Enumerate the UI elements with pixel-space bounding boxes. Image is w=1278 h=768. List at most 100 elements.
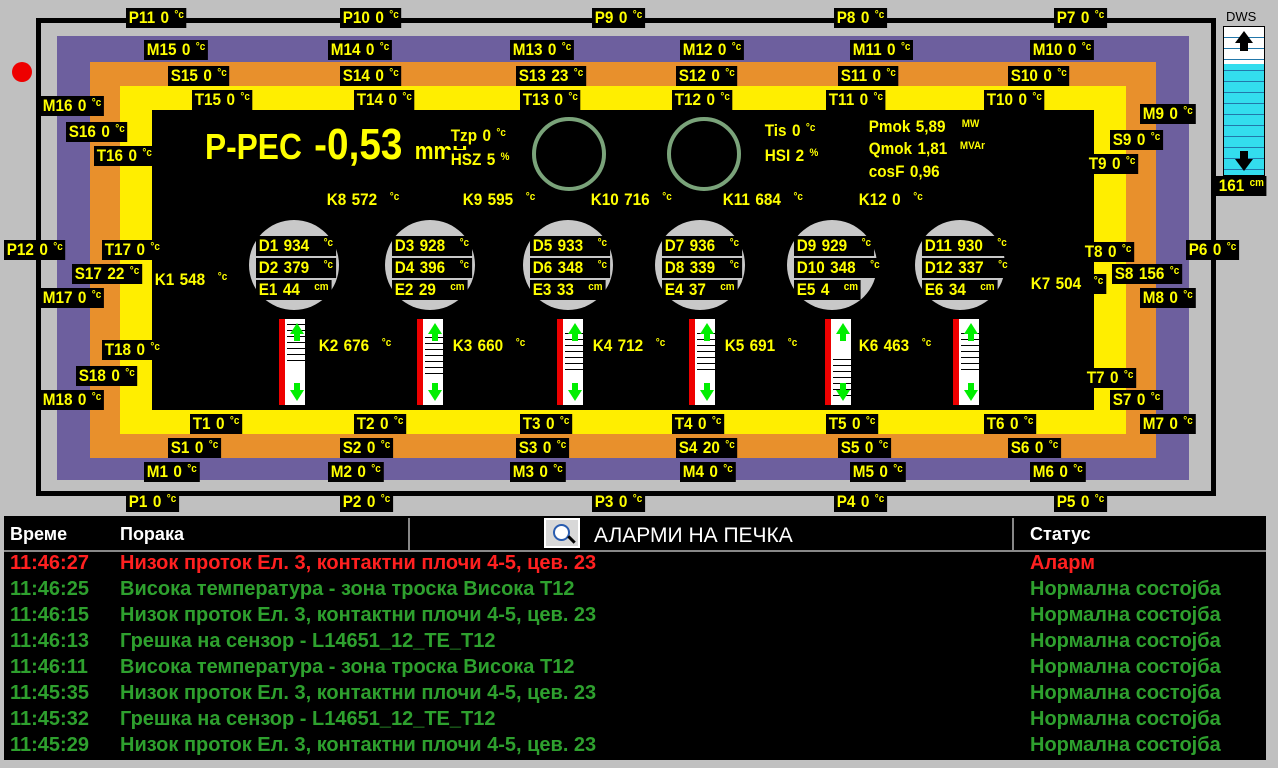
- gauge-red-bar: [279, 319, 285, 405]
- sensor-k4: K4 712 °c: [590, 336, 668, 356]
- electrode-5-reading-d9: D9 929 °c: [794, 236, 874, 256]
- arrow-up-stem: [572, 333, 578, 341]
- sensor-s13: S13 23 °c: [516, 66, 586, 86]
- electrode-2-reading-d3: D3 928 °c: [392, 236, 472, 256]
- electrode-4-level-gauge: [688, 318, 716, 406]
- alarm-time: 11:46:15: [10, 604, 89, 626]
- sensor-m6: M6 0 °c: [1030, 462, 1086, 482]
- alarm-message: Низок проток Ел. 3, контактни плочи 4-5,…: [120, 734, 597, 756]
- sensor-p10: P10 0 °c: [340, 8, 402, 28]
- electrode-5-reading-d10: D10 348 °c: [794, 258, 883, 278]
- sensor-s11: S11 0 °c: [838, 66, 899, 86]
- arrow-down-icon[interactable]: [290, 390, 304, 401]
- gauge-red-bar: [825, 319, 831, 405]
- sensor-t3: T3 0 °c: [520, 414, 573, 434]
- sensor-m7: M7 0 °c: [1140, 414, 1196, 434]
- sensor-p9: P9 0 °c: [592, 8, 645, 28]
- sensor-t7: T7 0 °c: [1084, 368, 1137, 388]
- electrode-2-reading-d4: D4 396 °c: [392, 258, 472, 278]
- sensor-k1: K1 548 °c: [152, 270, 230, 290]
- sensor-t12: T12 0 °c: [672, 90, 733, 110]
- alarm-message: Грешка на сензор - L14651_12_TE_T12: [120, 630, 496, 652]
- zoom-button[interactable]: [544, 518, 580, 548]
- arrow-down-icon[interactable]: [428, 390, 442, 401]
- sensor-m2: M2 0 °c: [328, 462, 384, 482]
- electrode-2-reading-e2: E2 29 cm: [392, 280, 468, 300]
- alarm-message: Низок проток Ел. 3, контактни плочи 4-5,…: [120, 604, 597, 626]
- sensor-k7: K7 504 °c: [1028, 274, 1106, 294]
- alarm-status: Нормална состојба: [1030, 630, 1221, 652]
- cosf-readout: cosF 0,96: [866, 162, 943, 182]
- sensor-t5: T5 0 °c: [826, 414, 879, 434]
- sensor-t6: T6 0 °c: [984, 414, 1037, 434]
- sensor-m17: M17 0 °c: [40, 288, 104, 308]
- sensor-k11: K11 684 °c: [720, 190, 806, 210]
- sensor-s9: S9 0 °c: [1110, 130, 1163, 150]
- alarm-time: 11:46:27: [10, 552, 89, 574]
- alarm-time: 11:46:11: [10, 656, 88, 678]
- electrode-5-reading-e5: E5 4 cm: [794, 280, 861, 300]
- sensor-m16: M16 0 °c: [40, 96, 104, 116]
- ppec-label: P-PEC: [205, 126, 302, 167]
- sensor-p6: P6 0 °c: [1186, 240, 1239, 260]
- electrode-2-level-gauge: [416, 318, 444, 406]
- burner-ring-right: [667, 117, 741, 191]
- electrode-6-reading-d11: D11 930 °c: [922, 236, 1010, 256]
- sensor-m1: M1 0 °c: [144, 462, 200, 482]
- tzp-readout: Tzp 0 °c: [448, 126, 509, 146]
- sensor-m11: M11 0 °c: [850, 40, 914, 60]
- electrode-4-reading-e4: E4 37 cm: [662, 280, 738, 300]
- arrow-down-stem: [704, 383, 710, 391]
- arrow-down-icon[interactable]: [700, 390, 714, 401]
- sensor-t18: T18 0 °c: [102, 340, 163, 360]
- gauge-red-bar: [689, 319, 695, 405]
- sensor-p1: P1 0 °c: [126, 492, 179, 512]
- sensor-m3: M3 0 °c: [510, 462, 566, 482]
- hsi-readout: HSI 2%: [762, 146, 822, 166]
- dws-label: DWS: [1226, 9, 1257, 24]
- sensor-m13: M13 0 °c: [510, 40, 574, 60]
- pmok-readout: Pmok 5,89 MW: [866, 117, 983, 137]
- arrow-down-icon[interactable]: [836, 390, 850, 401]
- arrow-up-stem: [1240, 43, 1248, 51]
- sensor-p7: P7 0 °c: [1054, 8, 1107, 28]
- alarm-time: 11:46:25: [10, 578, 89, 600]
- qmok-readout: Qmok 1,81 MVAr: [866, 139, 988, 159]
- alarm-message: Грешка на сензор - L14651_12_TE_T12: [120, 708, 496, 730]
- arrow-down-stem: [968, 383, 974, 391]
- sensor-t15: T15 0 °c: [192, 90, 253, 110]
- sensor-s2: S2 0 °c: [340, 438, 393, 458]
- header-message: Порака: [120, 524, 184, 544]
- sensor-m18: M18 0 °c: [40, 390, 104, 410]
- electrode-1-level-gauge: [278, 318, 306, 406]
- gauge-red-bar: [953, 319, 959, 405]
- arrow-up-stem: [704, 333, 710, 341]
- sensor-p8: P8 0 °c: [834, 8, 887, 28]
- dws-value: 161 cm: [1216, 176, 1267, 196]
- electrode-4-reading-d7: D7 936 °c: [662, 236, 742, 256]
- sensor-m8: M8 0 °c: [1140, 288, 1196, 308]
- arrow-up-stem: [294, 333, 300, 341]
- sensor-k9: K9 595 °c: [460, 190, 538, 210]
- sensor-p12: P12 0 °c: [4, 240, 66, 260]
- sensor-t14: T14 0 °c: [354, 90, 415, 110]
- arrow-up-stem: [840, 333, 846, 341]
- arrow-down-icon[interactable]: [1235, 159, 1253, 171]
- alarm-status: Нормална состојба: [1030, 578, 1221, 600]
- arrow-down-icon[interactable]: [964, 390, 978, 401]
- sensor-s7: S7 0 °c: [1110, 390, 1163, 410]
- arrow-up-icon[interactable]: [1235, 31, 1253, 43]
- arrow-up-stem: [968, 333, 974, 341]
- ppec-value: -0,53: [314, 120, 403, 169]
- gauge-red-bar: [557, 319, 563, 405]
- header-status: Статус: [1030, 524, 1091, 544]
- electrode-3-level-gauge: [556, 318, 584, 406]
- sensor-p4: P4 0 °c: [834, 492, 887, 512]
- arrow-down-stem: [572, 383, 578, 391]
- electrode-3-reading-d6: D6 348 °c: [530, 258, 610, 278]
- sensor-s4: S4 20 °c: [676, 438, 738, 458]
- sensor-t2: T2 0 °c: [354, 414, 407, 434]
- sensor-t10: T10 0 °c: [984, 90, 1045, 110]
- arrow-down-icon[interactable]: [568, 390, 582, 401]
- sensor-s18: S18 0 °c: [76, 366, 138, 386]
